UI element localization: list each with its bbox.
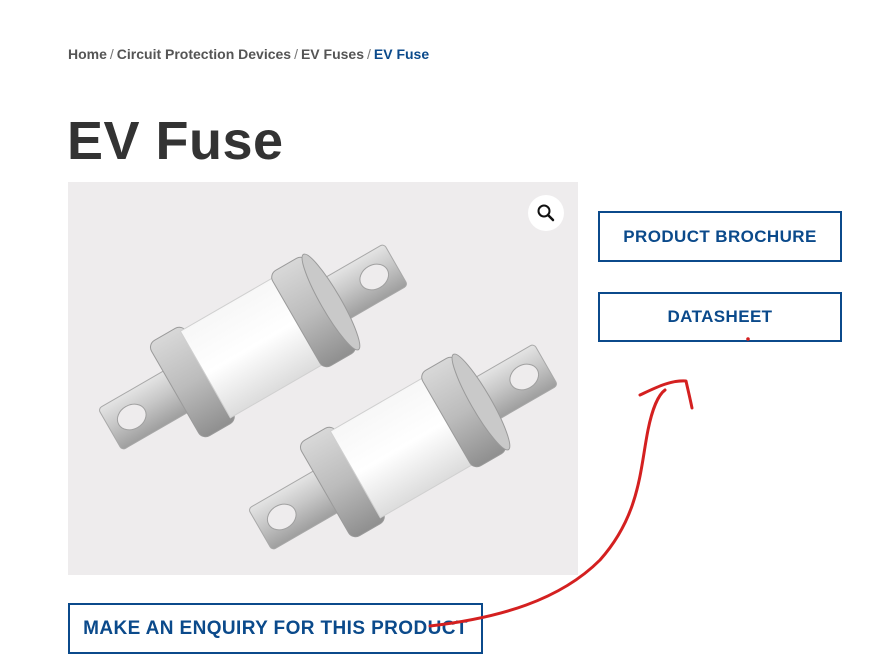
breadcrumb-separator: /	[367, 46, 371, 62]
fuse-illustration	[99, 244, 557, 550]
product-brochure-button[interactable]: PRODUCT BROCHURE	[598, 211, 842, 262]
breadcrumb-circuit-protection-devices[interactable]: Circuit Protection Devices	[117, 46, 291, 62]
zoom-button[interactable]	[528, 195, 564, 231]
product-image[interactable]	[68, 182, 578, 575]
breadcrumb: Home / Circuit Protection Devices / EV Fuses…	[68, 46, 429, 62]
make-enquiry-button[interactable]: MAKE AN ENQUIRY FOR THIS PRODUCT	[68, 603, 483, 654]
datasheet-button[interactable]: DATASHEET	[598, 292, 842, 342]
page-title: EV Fuse	[67, 111, 284, 171]
breadcrumb-separator: /	[109, 46, 114, 62]
breadcrumb-home[interactable]: Home	[68, 46, 107, 62]
breadcrumb-separator: /	[294, 46, 298, 62]
product-page: Home / Circuit Protection Devices / EV Fuses…	[0, 0, 891, 662]
breadcrumb-current: EV Fuse	[373, 46, 430, 62]
magnifier-icon	[537, 204, 555, 222]
breadcrumb-ev-fuses[interactable]: EV Fuses	[301, 46, 364, 62]
